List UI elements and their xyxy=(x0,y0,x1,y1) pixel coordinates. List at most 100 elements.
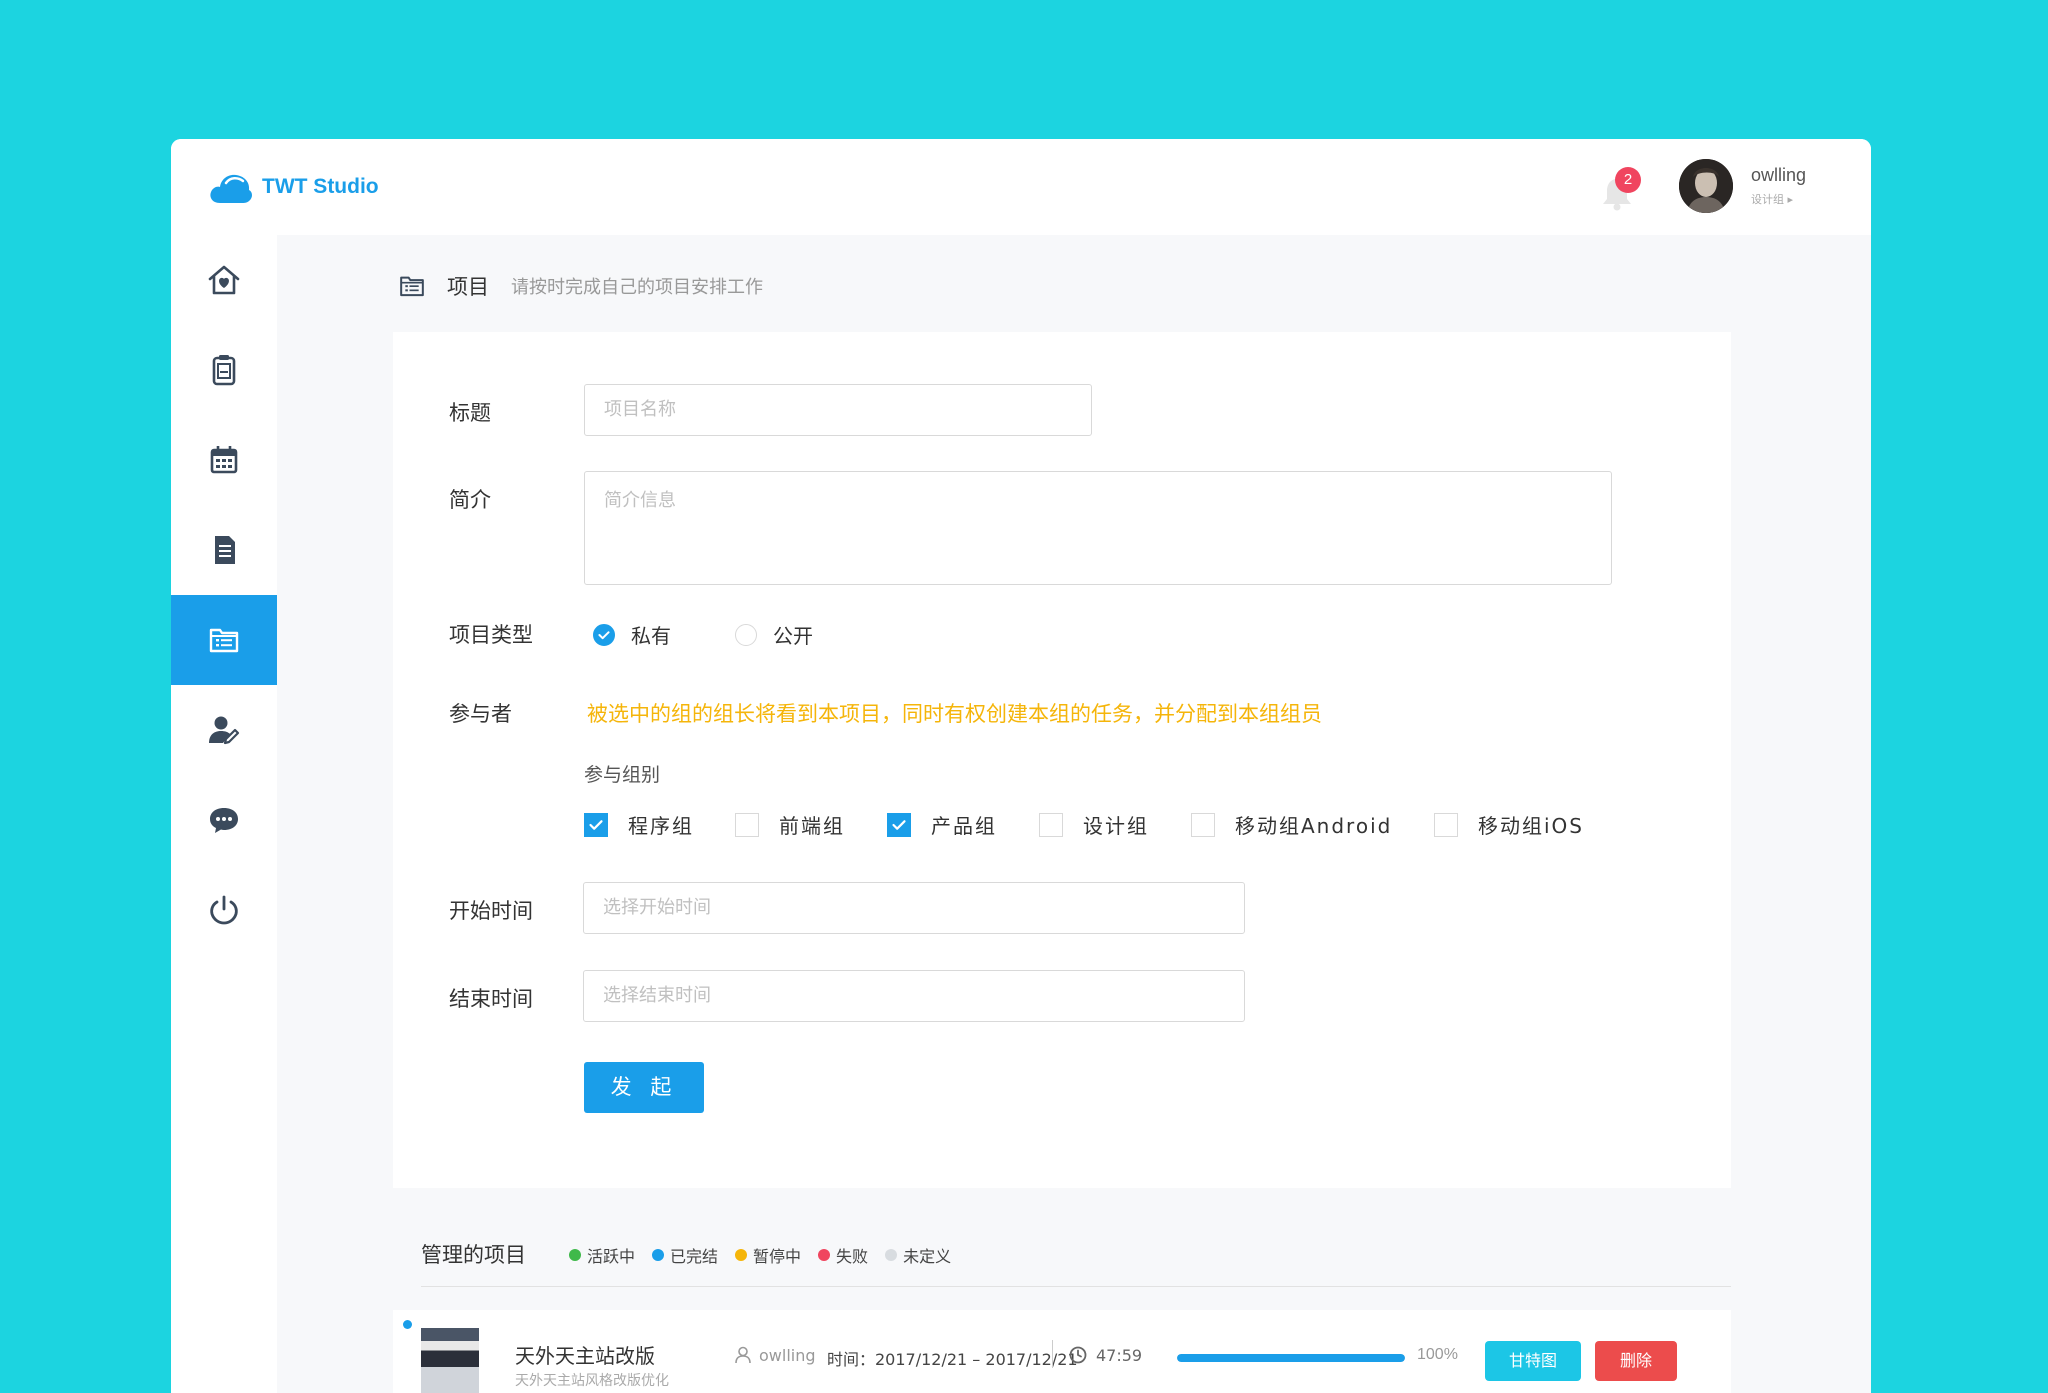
intro-textarea[interactable]: 简介信息 xyxy=(584,471,1612,585)
progress-percent: 100% xyxy=(1417,1346,1458,1363)
groups-title: 参与组别 xyxy=(584,764,661,786)
status-legend: 活跃中 已完结 暂停中 失败 未定义 xyxy=(569,1243,968,1267)
legend-item-paused: 暂停中 xyxy=(735,1243,801,1267)
managed-projects-title: 管理的项目 xyxy=(421,1243,526,1267)
brand-name: TWT Studio xyxy=(262,175,379,198)
user-group[interactable]: 设计组 ▸ xyxy=(1751,191,1793,207)
chat-icon xyxy=(210,808,238,833)
legend-item-active: 活跃中 xyxy=(569,1243,635,1267)
project-row[interactable]: 天外天主站改版 天外天主站风格改版优化 owlling 时间：2017/12/2… xyxy=(393,1310,1731,1393)
clipboard-icon xyxy=(212,355,236,386)
project-duration: 47:59 xyxy=(1068,1345,1142,1365)
project-thumbnail xyxy=(421,1328,479,1393)
group-checkbox-programming[interactable]: 程序组 xyxy=(584,810,694,839)
legend-label: 已完结 xyxy=(670,1247,719,1266)
group-label: 设计组 xyxy=(1083,814,1149,838)
checkbox-checked-icon xyxy=(584,812,608,837)
clock-icon xyxy=(1069,1346,1087,1364)
top-bar: TWT Studio 2 owlling 设计组 ▸ xyxy=(171,139,1871,235)
project-name[interactable]: 天外天主站改版 xyxy=(515,1340,655,1369)
project-form: 标题 项目名称 简介 简介信息 项目类型 私有 公开 参与者 被选中的组的组长将… xyxy=(393,332,1731,1188)
group-checkbox-design[interactable]: 设计组 xyxy=(1039,810,1149,839)
sidebar-item-home[interactable] xyxy=(171,235,277,325)
legend-item-finished: 已完结 xyxy=(652,1243,718,1267)
sidebar-item-calendar[interactable] xyxy=(171,415,277,505)
cloud-logo-icon xyxy=(210,174,252,203)
group-checkbox-ios[interactable]: 移动组iOS xyxy=(1434,810,1584,839)
home-icon xyxy=(208,265,240,295)
type-label: 项目类型 xyxy=(449,623,533,647)
sidebar-item-tasks[interactable] xyxy=(171,325,277,415)
radio-checked-icon xyxy=(593,623,615,646)
status-dot xyxy=(885,1249,898,1261)
group-label: 移动组iOS xyxy=(1478,814,1584,838)
group-label: 移动组Android xyxy=(1235,814,1393,838)
group-checkbox-product[interactable]: 产品组 xyxy=(887,810,997,839)
sidebar-item-logout[interactable] xyxy=(171,865,277,955)
sidebar-item-profile[interactable] xyxy=(171,685,277,775)
checkbox-unchecked-icon xyxy=(1434,812,1458,837)
checkbox-unchecked-icon xyxy=(1039,812,1063,837)
user-icon xyxy=(735,1346,751,1364)
user-edit-icon xyxy=(209,716,240,745)
checkbox-unchecked-icon xyxy=(735,812,759,837)
checkbox-unchecked-icon xyxy=(1191,812,1215,837)
delete-button[interactable]: 删除 xyxy=(1595,1341,1677,1381)
sidebar-item-documents[interactable] xyxy=(171,505,277,595)
project-list-icon xyxy=(209,628,239,653)
group-label: 产品组 xyxy=(931,814,997,838)
status-dot xyxy=(735,1249,748,1261)
participants-label: 参与者 xyxy=(449,702,512,726)
gantt-button[interactable]: 甘特图 xyxy=(1485,1341,1581,1381)
title-input[interactable]: 项目名称 xyxy=(584,384,1092,436)
document-icon xyxy=(215,536,235,564)
section-divider xyxy=(421,1286,1731,1287)
start-time-label: 开始时间 xyxy=(449,899,533,923)
title-label: 标题 xyxy=(449,401,491,425)
group-checkbox-frontend[interactable]: 前端组 xyxy=(735,810,845,839)
sidebar xyxy=(171,235,277,1393)
radio-unchecked-icon xyxy=(735,623,757,646)
checkbox-checked-icon xyxy=(887,812,911,837)
group-label: 前端组 xyxy=(779,814,845,838)
legend-label: 未定义 xyxy=(903,1247,952,1266)
type-private-radio[interactable]: 私有 xyxy=(593,620,671,649)
sidebar-item-projects[interactable] xyxy=(171,595,277,685)
start-time-input[interactable]: 选择开始时间 xyxy=(583,882,1245,934)
avatar[interactable] xyxy=(1679,159,1733,213)
submit-button[interactable]: 发 起 xyxy=(584,1062,704,1113)
power-icon xyxy=(210,895,238,925)
avatar-portrait-icon xyxy=(1679,159,1733,213)
status-dot xyxy=(569,1249,581,1261)
sidebar-item-messages[interactable] xyxy=(171,775,277,865)
duration-text: 47:59 xyxy=(1096,1345,1143,1365)
group-label: 程序组 xyxy=(628,814,694,838)
legend-label: 暂停中 xyxy=(753,1247,802,1266)
notification-badge: 2 xyxy=(1615,167,1641,193)
page-title: 项目 xyxy=(447,275,489,299)
end-time-label: 结束时间 xyxy=(449,987,533,1011)
status-dot xyxy=(818,1249,831,1261)
app-window: TWT Studio 2 owlling 设计组 ▸ 项目 请按时完成自己的项目… xyxy=(171,139,1871,1393)
legend-item-failed: 失败 xyxy=(818,1243,868,1267)
legend-label: 失败 xyxy=(836,1247,869,1266)
vertical-divider xyxy=(1052,1340,1053,1368)
project-list-icon xyxy=(400,276,424,297)
group-checkbox-android[interactable]: 移动组Android xyxy=(1191,810,1392,839)
type-private-label: 私有 xyxy=(631,624,671,648)
user-name[interactable]: owlling xyxy=(1751,165,1806,186)
project-time: 时间：2017/12/21 – 2017/12/21 xyxy=(827,1350,1078,1369)
page-subtitle: 请按时完成自己的项目安排工作 xyxy=(511,277,763,298)
calendar-icon xyxy=(210,446,238,474)
type-public-label: 公开 xyxy=(773,624,813,648)
end-time-input[interactable]: 选择结束时间 xyxy=(583,970,1245,1022)
project-desc: 天外天主站风格改版优化 xyxy=(515,1373,669,1389)
status-dot xyxy=(652,1249,665,1261)
progress-bar xyxy=(1177,1354,1405,1362)
intro-label: 简介 xyxy=(449,488,491,512)
status-dot xyxy=(403,1320,412,1329)
participants-notice: 被选中的组的组长将看到本项目，同时有权创建本组的任务，并分配到本组组员 xyxy=(587,702,1322,726)
legend-item-undefined: 未定义 xyxy=(885,1243,951,1267)
type-public-radio[interactable]: 公开 xyxy=(735,620,813,649)
brand-logo[interactable]: TWT Studio xyxy=(208,167,379,207)
